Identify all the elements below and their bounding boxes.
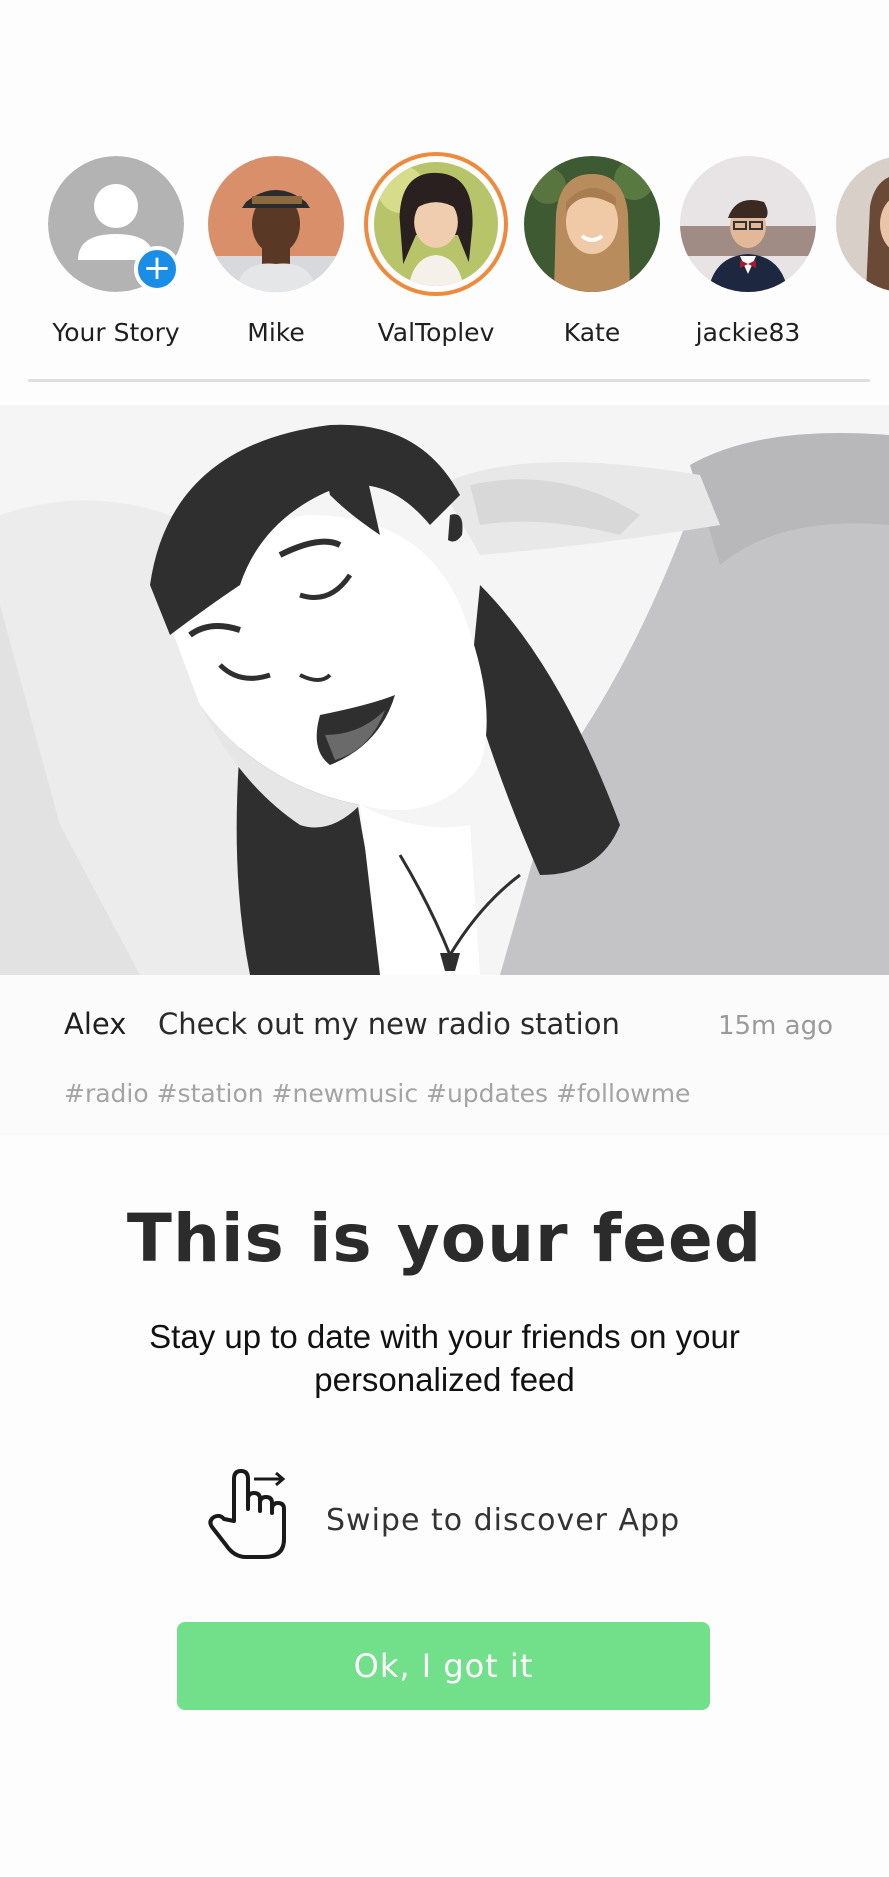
story-kate[interactable]: Kate [512,150,672,360]
story-mike[interactable]: Mike [196,150,356,360]
story-name: je [814,318,889,347]
swipe-hint: Swipe to discover App [200,1465,760,1565]
post-image[interactable] [0,405,889,975]
story-valtoplev[interactable]: ValToplev [356,150,516,360]
avatar [680,156,816,292]
post-hashtags[interactable]: #radio #station #newmusic #updates #foll… [64,1079,690,1108]
swipe-label: Swipe to discover App [326,1503,681,1538]
feed-screen: + Your Story Mike ValToplev Kate jackie8… [0,0,889,1877]
avatar [836,156,889,292]
story-your-story[interactable]: + Your Story [36,150,196,360]
stories-bar[interactable]: + Your Story Mike ValToplev Kate jackie8… [0,150,889,360]
avatar [524,156,660,292]
story-name: ValToplev [377,318,495,347]
stories-divider [28,379,870,382]
add-story-plus-icon[interactable]: + [134,246,180,292]
ok-got-it-button[interactable]: Ok, I got it [177,1622,710,1710]
post-meta: Alex Check out my new radio station 15m … [0,975,889,1135]
onboarding-subtitle: Stay up to date with your friends on you… [149,1318,740,1398]
avatar [374,162,498,286]
story-name: Your Story [52,318,180,347]
story-name: Kate [563,318,621,347]
avatar [208,156,344,292]
story-name: Mike [247,318,305,347]
swipe-hand-icon [206,1469,290,1561]
post-timestamp: 15m ago [717,1011,833,1041]
story-name: jackie83 [695,318,801,347]
story-jackie83[interactable]: jackie83 [668,150,828,360]
onboarding-title: This is your feed [126,1200,763,1277]
post-caption: Check out my new radio station [158,1007,620,1041]
post-author[interactable]: Alex [64,1007,126,1041]
story-partial[interactable]: je [824,150,889,360]
